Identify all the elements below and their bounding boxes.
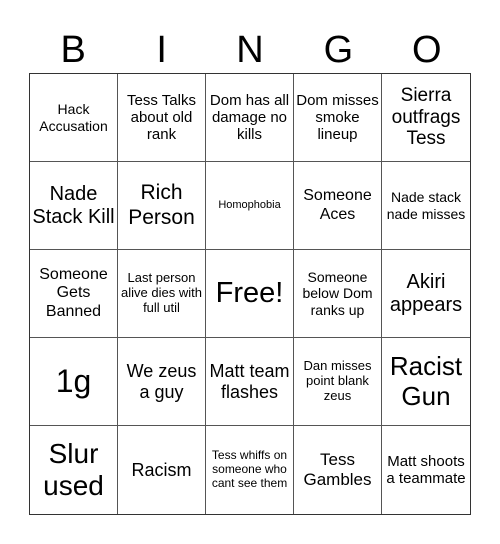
bingo-cell[interactable]: Slur used [30, 426, 118, 514]
bingo-cell[interactable]: Akiri appears [382, 250, 470, 338]
bingo-cell[interactable]: Tess Talks about old rank [118, 74, 206, 162]
bingo-cell[interactable]: Hack Accusation [30, 74, 118, 162]
header-letter-n: N [236, 29, 264, 71]
bingo-cell[interactable]: Dan misses point blank zeus [294, 338, 382, 426]
bingo-cell[interactable]: Dom misses smoke lineup [294, 74, 382, 162]
free-space-cell[interactable]: Free! [206, 250, 294, 338]
bingo-cell[interactable]: Racist Gun [382, 338, 470, 426]
bingo-cell[interactable]: Nade Stack Kill [30, 162, 118, 250]
bingo-header: B I N G O [29, 28, 471, 72]
bingo-cell[interactable]: Sierra outfrags Tess [382, 74, 470, 162]
bingo-cell[interactable]: Tess whiffs on someone who cant see them [206, 426, 294, 514]
header-letter-o: O [412, 29, 442, 71]
header-letter-b: B [60, 29, 86, 71]
bingo-cell[interactable]: Someone Aces [294, 162, 382, 250]
bingo-cell[interactable]: Racism [118, 426, 206, 514]
bingo-cell[interactable]: Matt shoots a teammate [382, 426, 470, 514]
header-letter-i: I [156, 29, 167, 71]
bingo-cell[interactable]: Tess Gambles [294, 426, 382, 514]
header-letter-g: G [323, 29, 354, 71]
bingo-cell[interactable]: Someone Gets Banned [30, 250, 118, 338]
bingo-cell[interactable]: Rich Person [118, 162, 206, 250]
bingo-cell[interactable]: Homophobia [206, 162, 294, 250]
bingo-cell[interactable]: Someone below Dom ranks up [294, 250, 382, 338]
bingo-cell[interactable]: Matt team flashes [206, 338, 294, 426]
bingo-grid: Hack Accusation Tess Talks about old ran… [29, 73, 471, 515]
bingo-cell[interactable]: 1g [30, 338, 118, 426]
bingo-cell[interactable]: Nade stack nade misses [382, 162, 470, 250]
bingo-cell[interactable]: We zeus a guy [118, 338, 206, 426]
bingo-cell[interactable]: Last person alive dies with full util [118, 250, 206, 338]
bingo-cell[interactable]: Dom has all damage no kills [206, 74, 294, 162]
